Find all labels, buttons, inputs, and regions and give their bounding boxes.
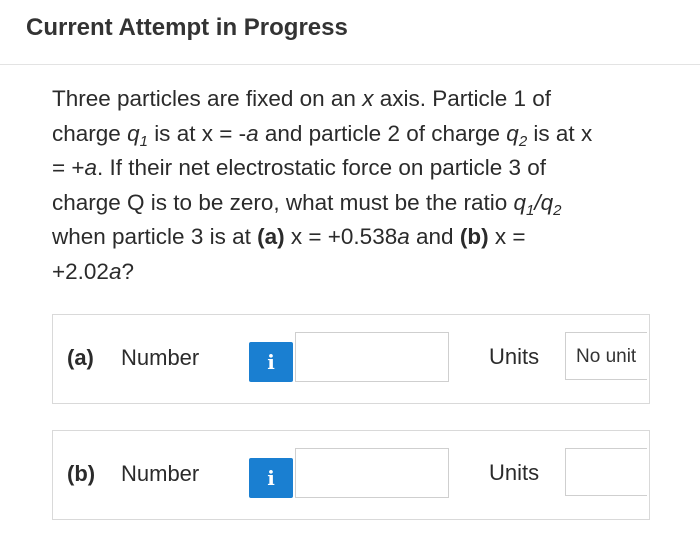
page-header: Current Attempt in Progress xyxy=(0,0,700,65)
info-icon[interactable]: i xyxy=(249,342,293,382)
number-input-b[interactable] xyxy=(295,448,449,498)
units-label-b: Units xyxy=(489,460,540,485)
part-label-b: (b) xyxy=(67,461,96,486)
page-title: Current Attempt in Progress xyxy=(26,14,348,41)
number-label-a: Number xyxy=(121,345,200,370)
info-icon[interactable]: i xyxy=(249,458,293,498)
units-select-b[interactable] xyxy=(565,448,647,496)
part-label-a: (a) xyxy=(67,345,94,370)
question-text: Three particles are fixed on an x axis. … xyxy=(52,86,593,284)
answer-row-a: (a) Number i Units No unit xyxy=(52,314,650,404)
units-select-a[interactable]: No unit xyxy=(565,332,647,380)
units-label-a: Units xyxy=(489,344,540,369)
answer-row-b: (b) Number i Units xyxy=(52,430,650,520)
number-input-a[interactable] xyxy=(295,332,449,382)
number-label-b: Number xyxy=(121,461,200,486)
